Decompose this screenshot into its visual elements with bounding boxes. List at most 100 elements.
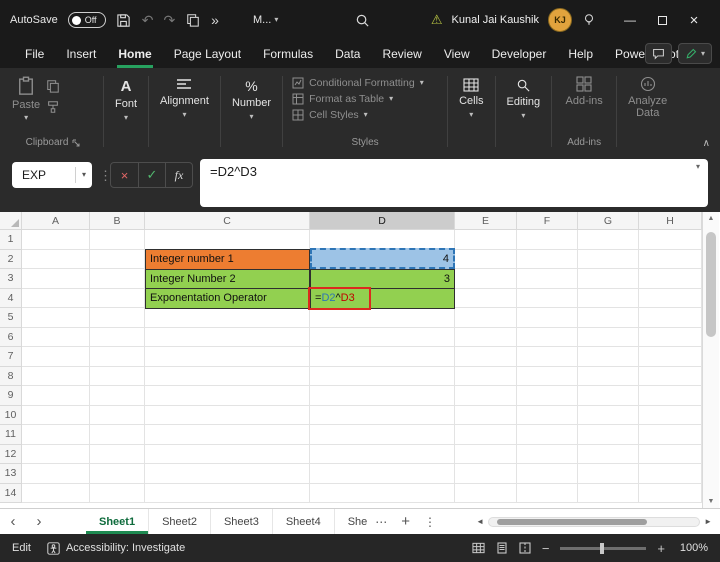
cell-H2[interactable]	[639, 249, 702, 269]
cell-G3[interactable]	[578, 269, 639, 289]
cell-A1[interactable]	[22, 230, 90, 250]
cell-A2[interactable]	[22, 249, 90, 269]
scroll-right-icon[interactable]: ►	[704, 517, 712, 526]
cell-A13[interactable]	[22, 464, 90, 484]
collapse-ribbon-icon[interactable]: ∧	[703, 138, 710, 149]
editing-mode-button[interactable]: ▾	[677, 43, 712, 64]
horizontal-scrollbar[interactable]: ◄ ►	[476, 516, 712, 527]
tab-review[interactable]: Review	[371, 40, 432, 68]
cell-D9[interactable]	[310, 386, 455, 406]
cell-C6[interactable]	[145, 327, 310, 347]
toolbar-overflow-icon[interactable]: »	[211, 13, 219, 27]
cell-G9[interactable]	[578, 386, 639, 406]
cell-D3[interactable]: 3	[310, 268, 455, 289]
sheet-tab-sheet5-truncated[interactable]: She	[335, 509, 370, 534]
expand-formula-bar-icon[interactable]: ▾	[696, 163, 700, 171]
user-name[interactable]: Kunal Jai Kaushik	[452, 14, 539, 26]
document-menu[interactable]: M... ▾	[253, 14, 278, 26]
cell-E10[interactable]	[455, 405, 517, 425]
cell-F7[interactable]	[517, 347, 578, 367]
cell-G1[interactable]	[578, 230, 639, 250]
column-header-C[interactable]: C	[145, 212, 310, 230]
zoom-level[interactable]: 100%	[676, 542, 708, 554]
column-header-A[interactable]: A	[22, 212, 90, 230]
minimize-button[interactable]: —	[614, 0, 646, 40]
row-header-14[interactable]: 14	[0, 483, 22, 503]
cell-F13[interactable]	[517, 464, 578, 484]
cell-G14[interactable]	[578, 483, 639, 503]
cell-E5[interactable]	[455, 308, 517, 328]
tab-developer[interactable]: Developer	[481, 40, 558, 68]
cell-H4[interactable]	[639, 288, 702, 308]
cell-B5[interactable]	[90, 308, 145, 328]
cell-A12[interactable]	[22, 444, 90, 464]
cell-H9[interactable]	[639, 386, 702, 406]
cell-G6[interactable]	[578, 327, 639, 347]
cell-B2[interactable]	[90, 249, 145, 269]
sheet-nav-right-icon[interactable]: ›	[26, 513, 52, 530]
zoom-out-icon[interactable]: −	[542, 541, 550, 556]
close-button[interactable]: ×	[678, 0, 710, 40]
row-header-4[interactable]: 4	[0, 288, 22, 308]
sheet-tab-sheet2[interactable]: Sheet2	[149, 509, 211, 534]
cell-E3[interactable]	[455, 269, 517, 289]
column-header-D[interactable]: D	[310, 212, 455, 230]
alignment-menu-button[interactable]: Alignment ▾	[152, 72, 217, 153]
sheet-tab-sheet1[interactable]: Sheet1	[86, 509, 150, 534]
cell-B8[interactable]	[90, 366, 145, 386]
column-header-E[interactable]: E	[455, 212, 517, 230]
cell-B9[interactable]	[90, 386, 145, 406]
cell-C3[interactable]: Integer Number 2	[145, 268, 310, 289]
normal-view-icon[interactable]	[472, 542, 485, 554]
cell-G2[interactable]	[578, 249, 639, 269]
cell-E12[interactable]	[455, 444, 517, 464]
page-break-preview-icon[interactable]	[519, 542, 531, 554]
cell-G13[interactable]	[578, 464, 639, 484]
sheet-tab-sheet3[interactable]: Sheet3	[211, 509, 273, 534]
column-header-B[interactable]: B	[90, 212, 145, 230]
addins-button[interactable]: Add-ins	[555, 72, 613, 113]
undo-icon[interactable]: ↶	[142, 13, 154, 27]
tab-view[interactable]: View	[433, 40, 481, 68]
cell-F6[interactable]	[517, 327, 578, 347]
avatar[interactable]: KJ	[548, 8, 572, 32]
cell-D4[interactable]: = D2 ^ D3	[310, 288, 455, 309]
cell-D13[interactable]	[310, 464, 455, 484]
cell-G4[interactable]	[578, 288, 639, 308]
cell-F10[interactable]	[517, 405, 578, 425]
cell-C10[interactable]	[145, 405, 310, 425]
column-header-G[interactable]: G	[578, 212, 639, 230]
cell-B1[interactable]	[90, 230, 145, 250]
cell-D2[interactable]: 4	[310, 248, 455, 269]
cell-A8[interactable]	[22, 366, 90, 386]
cell-A4[interactable]	[22, 288, 90, 308]
cell-C11[interactable]	[145, 425, 310, 445]
sheet-nav-left-icon[interactable]: ‹	[0, 513, 26, 530]
cell-C5[interactable]	[145, 308, 310, 328]
sheet-tab-sheet4[interactable]: Sheet4	[273, 509, 335, 534]
paste-button[interactable]: Paste ▾	[12, 76, 40, 122]
row-header-2[interactable]: 2	[0, 249, 22, 269]
cell-B12[interactable]	[90, 444, 145, 464]
cell-G12[interactable]	[578, 444, 639, 464]
enter-icon[interactable]: ✓	[138, 163, 165, 187]
name-box-dropdown-icon[interactable]: ▾	[76, 171, 92, 179]
formula-input[interactable]: =D2^D3 ▾	[200, 159, 708, 207]
cell-G11[interactable]	[578, 425, 639, 445]
redo-icon[interactable]: ↷	[163, 13, 175, 27]
number-menu-button[interactable]: % Number ▾	[224, 72, 279, 153]
cell-H1[interactable]	[639, 230, 702, 250]
sync-warning-icon[interactable]: ⚠	[431, 12, 443, 28]
zoom-in-icon[interactable]: +	[657, 541, 665, 556]
cell-D10[interactable]	[310, 405, 455, 425]
font-menu-button[interactable]: A Font ▾	[107, 72, 145, 153]
cell-F3[interactable]	[517, 269, 578, 289]
lightbulb-icon[interactable]	[581, 12, 597, 28]
tab-page-layout[interactable]: Page Layout	[163, 40, 252, 68]
page-layout-view-icon[interactable]	[496, 542, 508, 554]
cell-E1[interactable]	[455, 230, 517, 250]
row-header-5[interactable]: 5	[0, 308, 22, 328]
tab-data[interactable]: Data	[324, 40, 371, 68]
cancel-icon[interactable]: ×	[111, 163, 138, 187]
cell-C14[interactable]	[145, 483, 310, 503]
